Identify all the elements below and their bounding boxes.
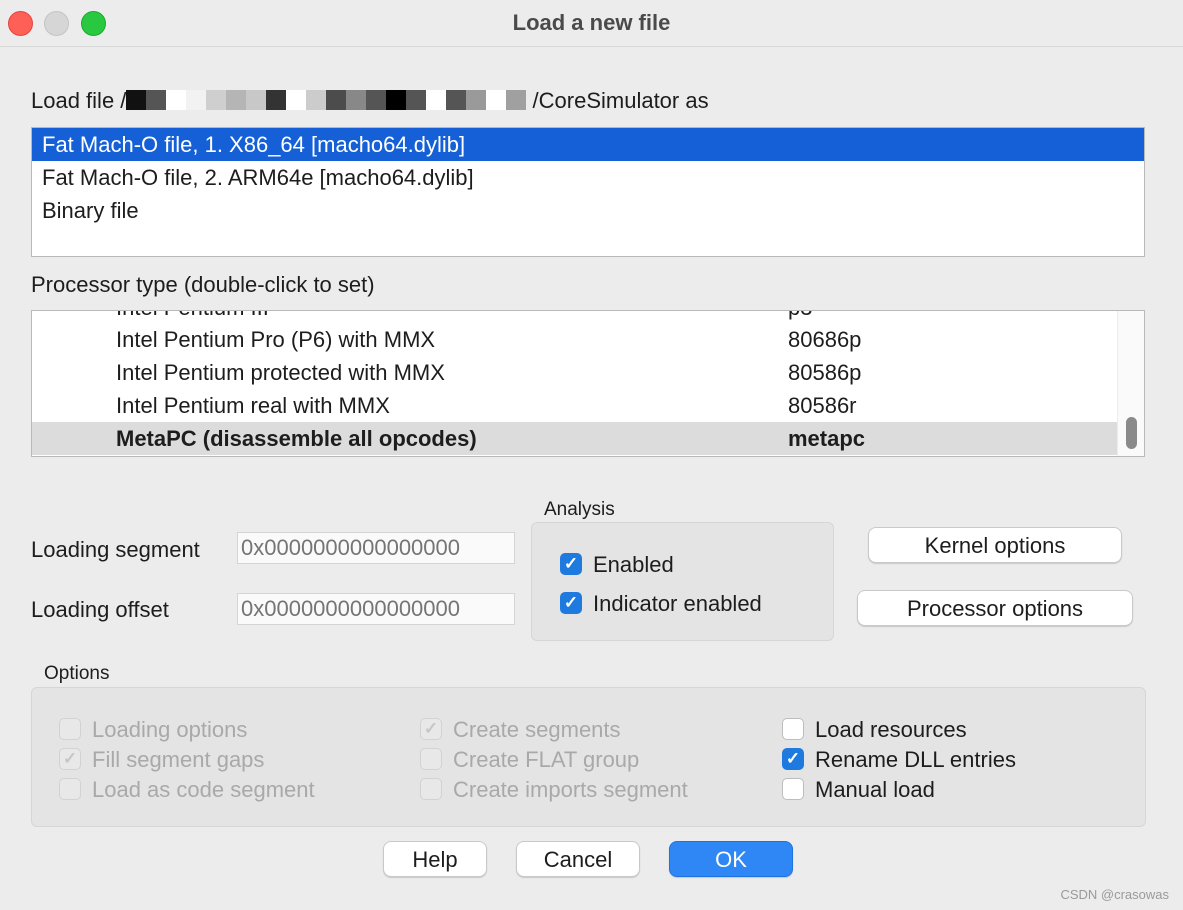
redaction-block <box>386 90 407 111</box>
window-title: Load a new file <box>512 10 671 35</box>
ok-button[interactable]: OK <box>669 841 793 877</box>
processor-code: 80586p <box>788 360 862 385</box>
processor-list-scrollbar[interactable] <box>1117 311 1144 456</box>
redaction-block <box>346 90 367 111</box>
processor-type-list[interactable]: MetaPC (disassemble all opcodes) metapc In… <box>31 310 1145 457</box>
processor-row[interactable]: Intel Pentium real with MMX 80586r <box>32 389 1117 422</box>
option-label: Create segments <box>453 717 621 742</box>
redaction-block <box>166 90 187 111</box>
cancel-button[interactable]: Cancel <box>516 841 640 877</box>
redaction-block <box>246 90 267 111</box>
loading-offset-label: Loading offset <box>31 597 169 622</box>
processor-name: Intel Pentium protected with MMX <box>116 360 445 385</box>
checkbox-box[interactable]: ✓ <box>782 748 804 770</box>
option-label: Create imports segment <box>453 777 688 802</box>
load-file-label: Load file / /CoreSimulator as <box>31 88 709 114</box>
option-label: Load as code segment <box>92 777 315 802</box>
file-type-item[interactable]: Fat Mach-O file, 2. ARM64e [macho64.dyli… <box>32 161 1144 194</box>
scrollbar-thumb[interactable] <box>1126 417 1137 449</box>
redaction-block <box>506 90 527 111</box>
redaction-block <box>186 90 207 111</box>
processor-code: p3 <box>788 311 812 324</box>
redaction-block <box>226 90 247 111</box>
file-type-item[interactable]: Fat Mach-O file, 1. X86_64 [macho64.dyli… <box>32 128 1144 161</box>
checkbox-box <box>59 778 81 800</box>
loading-offset-input[interactable] <box>237 593 515 625</box>
help-button[interactable]: Help <box>383 841 487 877</box>
file-type-list[interactable]: Fat Mach-O file, 1. X86_64 [macho64.dyli… <box>31 127 1145 257</box>
analysis-group <box>531 522 834 641</box>
redaction-block <box>266 90 287 111</box>
redaction-block <box>286 90 307 111</box>
load-file-prefix: Load file / <box>31 88 127 113</box>
redaction-block <box>146 90 167 111</box>
option-label: Fill segment gaps <box>92 747 265 772</box>
processor-name: Intel Pentium Pro (P6) with MMX <box>116 327 436 352</box>
redaction-block <box>426 90 447 111</box>
processor-name: MetaPC (disassemble all opcodes) <box>116 426 477 451</box>
processor-name: Intel Pentium real with MMX <box>116 393 390 418</box>
processor-name: Intel Pentium III <box>116 311 269 324</box>
redaction-block <box>406 90 427 111</box>
processor-row[interactable]: MetaPC (disassemble all opcodes) metapc <box>32 422 1117 455</box>
redaction-block <box>446 90 467 111</box>
redaction-block <box>326 90 347 111</box>
checkbox-box: ✓ <box>59 748 81 770</box>
processor-type-heading: Processor type (double-click to set) <box>31 272 375 297</box>
option-label: Create FLAT group <box>453 747 640 772</box>
processor-code: 80686p <box>788 327 862 352</box>
file-type-item[interactable]: Binary file <box>32 194 1144 227</box>
redaction-block <box>466 90 487 111</box>
load-file-suffix: /CoreSimulator as <box>532 88 709 113</box>
checkbox-box: ✓ <box>420 718 442 740</box>
title-bar: Load a new file <box>0 0 1183 47</box>
analysis-group-title: Analysis <box>544 499 615 520</box>
options-group-title: Options <box>44 663 110 684</box>
processor-code: 80586r <box>788 393 857 418</box>
loading-segment-input[interactable] <box>237 532 515 564</box>
checkbox-box <box>59 718 81 740</box>
redaction-block <box>126 90 147 111</box>
checkbox-box[interactable]: ✓ <box>560 553 582 575</box>
processor-row[interactable]: Intel Pentium III p3 <box>32 311 1117 324</box>
option-label: Load resources <box>815 717 967 742</box>
checkbox-box <box>420 778 442 800</box>
processor-options-button[interactable]: Processor options <box>857 590 1133 626</box>
kernel-options-button[interactable]: Kernel options <box>868 527 1122 563</box>
processor-row[interactable]: Intel Pentium Pro (P6) with MMX 80686p <box>32 323 1117 356</box>
redaction-block <box>206 90 227 111</box>
redaction-block <box>486 90 507 111</box>
analysis-enabled-label: Enabled <box>593 552 674 577</box>
checkbox-box[interactable] <box>782 718 804 740</box>
option-label: Rename DLL entries <box>815 747 1016 772</box>
redaction-block <box>366 90 387 111</box>
processor-row[interactable]: Intel Pentium protected with MMX 80586p <box>32 356 1117 389</box>
loading-segment-label: Loading segment <box>31 537 200 562</box>
option-label: Manual load <box>815 777 935 802</box>
checkbox-box[interactable] <box>782 778 804 800</box>
indicator-enabled-label: Indicator enabled <box>593 591 762 616</box>
redacted-path <box>126 90 527 111</box>
redaction-block <box>306 90 327 111</box>
processor-code: metapc <box>788 426 866 451</box>
checkbox-box <box>420 748 442 770</box>
watermark-text: CSDN @crasowas <box>1060 887 1169 902</box>
option-label: Loading options <box>92 717 248 742</box>
checkbox-box[interactable]: ✓ <box>560 592 582 614</box>
